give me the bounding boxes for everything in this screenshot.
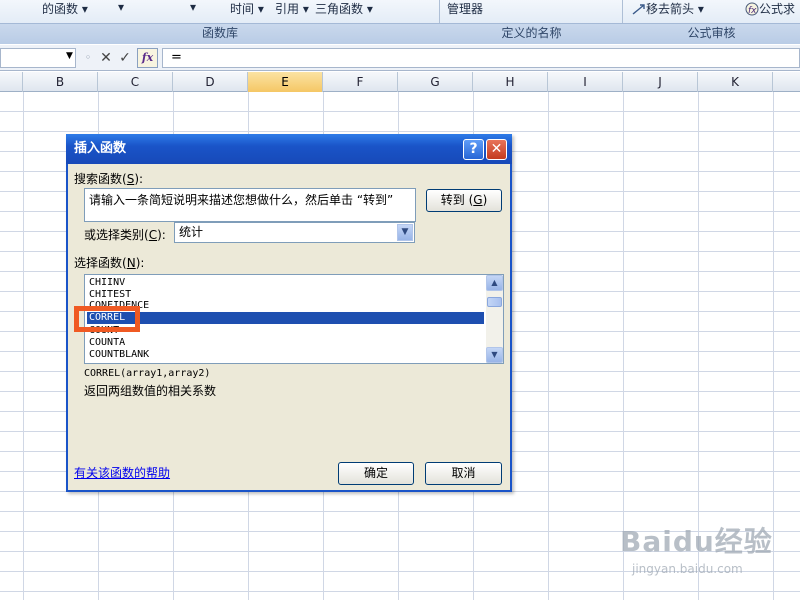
cancel-formula-icon[interactable]: ✕ (98, 49, 114, 67)
function-list[interactable]: CHIINV CHITEST CONFIDENCE CORREL COUNT C… (84, 274, 504, 364)
ribbon-item-remove-arrows[interactable]: 移去箭头 ▾ (632, 0, 704, 17)
ribbon-item-trig[interactable]: 三角函数 ▾ (315, 0, 373, 17)
insert-function-icon[interactable]: fx (137, 48, 158, 68)
watermark-brand: Baidu经验 (620, 525, 773, 558)
insert-function-dialog: 插入函数 ? ✕ 搜索函数(S): 请输入一条简短说明来描述您想做什么，然后单击… (66, 134, 512, 492)
go-button[interactable]: 转到 (G) (426, 189, 502, 212)
dialog-title-bar[interactable]: 插入函数 (66, 134, 512, 164)
category-label: 或选择类别(C): (84, 228, 166, 242)
ok-button[interactable]: 确定 (338, 462, 414, 485)
name-box[interactable] (0, 48, 76, 68)
ribbon-caption-function-library: 函数库 (0, 23, 440, 44)
column-header[interactable]: C (98, 72, 173, 92)
ribbon-caption-defined-names: 定义的名称 (440, 23, 623, 44)
dialog-title: 插入函数 (74, 141, 127, 156)
ribbon-item-dropdown-2[interactable]: ▾ (190, 0, 196, 14)
evaluate-formula-label: 公式求 (759, 2, 796, 16)
ribbon-item-functions[interactable]: 的函数 ▾ (42, 0, 88, 17)
list-item[interactable]: CHIINV (87, 277, 484, 289)
search-function-label: 搜索函数(S): (74, 172, 144, 186)
select-all-corner[interactable] (0, 72, 23, 92)
remove-arrows-icon (632, 4, 645, 15)
function-list-scrollbar[interactable]: ▲ ▼ (486, 275, 503, 363)
list-item[interactable]: CONFIDENCE (87, 300, 484, 312)
category-select[interactable]: 统计 ▼ (174, 222, 415, 243)
dialog-close-button[interactable]: ✕ (486, 139, 507, 160)
function-description: 返回两组数值的相关系数 (84, 384, 217, 398)
watermark-url: jingyan.baidu.com (632, 562, 743, 576)
scroll-down-icon[interactable]: ▼ (486, 347, 503, 363)
ribbon-item-evaluate-formula[interactable]: fx 公式求 (745, 0, 795, 17)
column-header[interactable]: G (398, 72, 473, 92)
chevron-down-icon[interactable]: ▼ (397, 224, 413, 241)
column-header[interactable]: K (698, 72, 773, 92)
svg-text:fx: fx (748, 6, 757, 16)
ribbon-item-clipped (490, 0, 610, 4)
ribbon-item-name-manager[interactable]: 管理器 (447, 0, 483, 17)
function-signature: CORREL(array1,array2) (84, 368, 211, 379)
remove-arrows-label: 移去箭头 ▾ (646, 2, 704, 16)
column-header[interactable]: F (323, 72, 398, 92)
list-item[interactable]: COUNT (87, 325, 484, 337)
scroll-thumb[interactable] (487, 297, 502, 307)
annotation-highlight-box (74, 306, 140, 332)
enter-formula-icon[interactable]: ✓ (117, 49, 133, 67)
ribbon: 的函数 ▾ ▾ ▾ 时间 ▾ 引用 ▾ 三角函数 ▾ 管理器 移去箭头 ▾ fx… (0, 0, 800, 44)
column-header[interactable]: D (173, 72, 248, 92)
column-header[interactable]: H (473, 72, 548, 92)
name-box-dropdown-icon[interactable]: ▼ (66, 51, 73, 61)
column-header[interactable]: J (623, 72, 698, 92)
formula-input[interactable]: = (162, 48, 800, 68)
cancel-button[interactable]: 取消 (425, 462, 502, 485)
column-header-selected[interactable]: E (248, 72, 323, 92)
watermark: Baidu经验 jingyan.baidu.com (610, 520, 790, 590)
ribbon-item-reference[interactable]: 引用 ▾ (275, 0, 309, 17)
function-help-link[interactable]: 有关该函数的帮助 (74, 464, 170, 481)
column-header-row: B C D E F G H I J K (0, 72, 800, 92)
list-item-selected[interactable]: CORREL (87, 312, 484, 324)
list-item[interactable]: COUNTA (87, 337, 484, 349)
scroll-up-icon[interactable]: ▲ (486, 275, 503, 291)
formula-bar: ▼ ◦ ✕ ✓ fx = (0, 45, 800, 71)
category-value: 统计 (179, 225, 204, 239)
dialog-help-button[interactable]: ? (463, 139, 484, 160)
evaluate-formula-icon: fx (745, 2, 759, 16)
column-header[interactable]: B (23, 72, 98, 92)
column-header[interactable]: I (548, 72, 623, 92)
ribbon-caption-formula-auditing: 公式审核 (623, 23, 800, 44)
ribbon-item-time[interactable]: 时间 ▾ (230, 0, 264, 17)
search-function-input[interactable]: 请输入一条简短说明来描述您想做什么，然后单击 “转到” (84, 188, 416, 222)
ribbon-item-dropdown-1[interactable]: ▾ (118, 0, 124, 14)
list-item[interactable]: COUNTBLANK (87, 349, 484, 361)
select-function-label: 选择函数(N): (74, 256, 145, 270)
formula-separator-icon: ◦ (84, 51, 92, 64)
